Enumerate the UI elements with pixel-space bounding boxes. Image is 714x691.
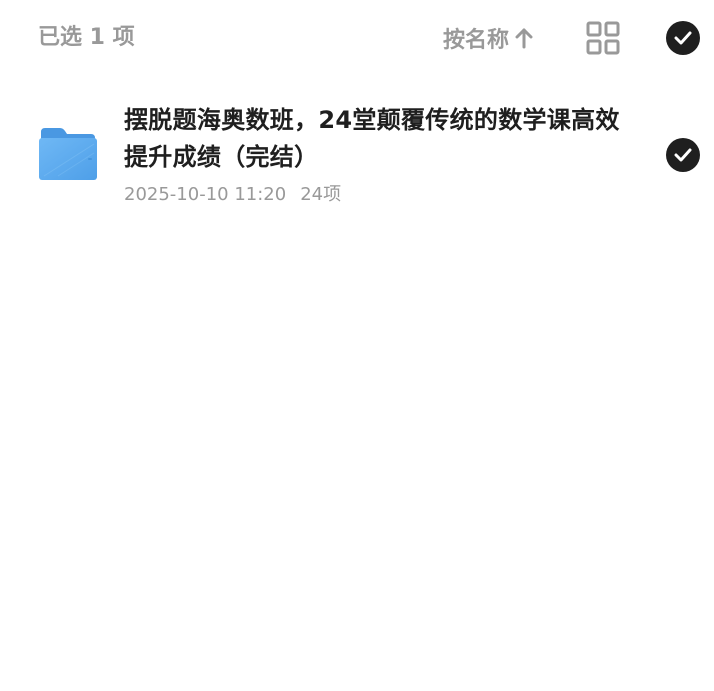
sort-by-name-button[interactable]: 按名称 <box>443 22 533 54</box>
file-list-item[interactable]: 摆脱题海奥数班，24堂颠覆传统的数学课高效提升成绩（完结） 2025-10-10… <box>0 92 714 220</box>
file-name: 摆脱题海奥数班，24堂颠覆传统的数学课高效提升成绩（完结） <box>124 106 620 171</box>
check-circle-icon <box>666 138 700 172</box>
folder-icon <box>38 126 98 182</box>
file-selected-check[interactable] <box>666 138 700 172</box>
arrow-up-icon <box>515 27 533 49</box>
selected-count-label: 已选 1 项 <box>38 25 135 50</box>
select-all-check-icon[interactable] <box>666 21 700 55</box>
file-date: 2025-10-10 11:20 <box>124 184 287 205</box>
grid-view-icon[interactable] <box>586 21 620 55</box>
selection-toolbar: 已选 1 项 按名称 <box>0 0 714 76</box>
file-meta: 2025-10-10 11:20 24项 <box>124 182 341 208</box>
file-item-count: 24项 <box>300 184 342 205</box>
check-circle-icon <box>666 21 700 55</box>
sort-label: 按名称 <box>443 28 510 53</box>
